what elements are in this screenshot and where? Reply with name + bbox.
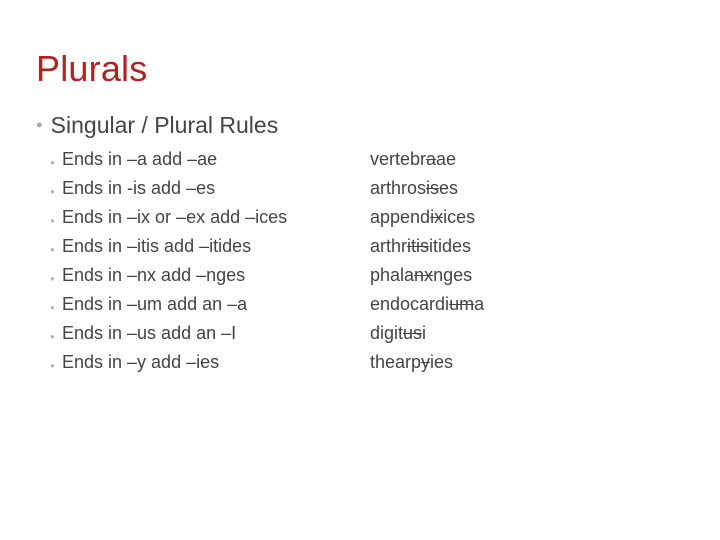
bullet-icon: ● bbox=[50, 297, 62, 319]
rule-text: Ends in –y add –ies bbox=[62, 352, 370, 373]
example-suffix: i bbox=[422, 323, 426, 343]
example-suffix: a bbox=[474, 294, 484, 314]
slide-title: Plurals bbox=[36, 48, 684, 90]
bullet-icon: ● bbox=[50, 181, 62, 203]
list-item: ● Ends in –nx add –nges phalanxnges bbox=[50, 265, 684, 290]
rule-example: phalanxnges bbox=[370, 265, 472, 286]
rule-text: Ends in –ix or –ex add –ices bbox=[62, 207, 370, 228]
example-stem: arthros bbox=[370, 178, 426, 198]
example-stem: phala bbox=[370, 265, 414, 285]
rule-example: arthrosises bbox=[370, 178, 458, 199]
example-suffix: nges bbox=[433, 265, 472, 285]
example-struck: us bbox=[403, 323, 422, 343]
rule-text: Ends in –a add –ae bbox=[62, 149, 370, 170]
example-suffix: ices bbox=[443, 207, 475, 227]
example-stem: digit bbox=[370, 323, 403, 343]
bullet-icon: ● bbox=[50, 210, 62, 232]
subtitle-row: ● Singular / Plural Rules bbox=[36, 112, 684, 139]
example-struck: is bbox=[426, 178, 439, 198]
bullet-icon: ● bbox=[36, 112, 43, 138]
bullet-icon: ● bbox=[50, 152, 62, 174]
bullet-icon: ● bbox=[50, 239, 62, 261]
rule-example: appendixices bbox=[370, 207, 475, 228]
example-struck: itis bbox=[407, 236, 429, 256]
example-struck: ix bbox=[430, 207, 443, 227]
example-stem: thearp bbox=[370, 352, 421, 372]
list-item: ● Ends in –us add an –I digitusi bbox=[50, 323, 684, 348]
rule-example: arthritisitides bbox=[370, 236, 471, 257]
rule-text: Ends in –us add an –I bbox=[62, 323, 370, 344]
bullet-icon: ● bbox=[50, 268, 62, 290]
rule-text: Ends in –itis add –itides bbox=[62, 236, 370, 257]
example-suffix: ies bbox=[430, 352, 453, 372]
example-struck: a bbox=[426, 149, 436, 169]
bullet-icon: ● bbox=[50, 326, 62, 348]
example-suffix: itides bbox=[429, 236, 471, 256]
example-struck: nx bbox=[414, 265, 433, 285]
rule-example: vertebraae bbox=[370, 149, 456, 170]
example-suffix: es bbox=[439, 178, 458, 198]
list-item: ● Ends in –y add –ies thearpyies bbox=[50, 352, 684, 377]
example-suffix: ae bbox=[436, 149, 456, 169]
example-struck: y bbox=[421, 352, 430, 372]
list-item: ● Ends in -is add –es arthrosises bbox=[50, 178, 684, 203]
rule-text: Ends in -is add –es bbox=[62, 178, 370, 199]
example-stem: append bbox=[370, 207, 430, 227]
rule-example: endocardiuma bbox=[370, 294, 484, 315]
rule-text: Ends in –um add an –a bbox=[62, 294, 370, 315]
slide: Plurals ● Singular / Plural Rules ● Ends… bbox=[0, 0, 720, 540]
rule-example: digitusi bbox=[370, 323, 426, 344]
example-struck: um bbox=[449, 294, 474, 314]
example-stem: endocardi bbox=[370, 294, 449, 314]
rule-text: Ends in –nx add –nges bbox=[62, 265, 370, 286]
example-stem: arthr bbox=[370, 236, 407, 256]
rule-example: thearpyies bbox=[370, 352, 453, 373]
list-item: ● Ends in –a add –ae vertebraae bbox=[50, 149, 684, 174]
list-item: ● Ends in –ix or –ex add –ices appendixi… bbox=[50, 207, 684, 232]
example-stem: vertebr bbox=[370, 149, 426, 169]
list-item: ● Ends in –um add an –a endocardiuma bbox=[50, 294, 684, 319]
bullet-icon: ● bbox=[50, 355, 62, 377]
rules-list: ● Ends in –a add –ae vertebraae ● Ends i… bbox=[36, 149, 684, 377]
slide-subtitle: Singular / Plural Rules bbox=[51, 112, 279, 139]
list-item: ● Ends in –itis add –itides arthritisiti… bbox=[50, 236, 684, 261]
